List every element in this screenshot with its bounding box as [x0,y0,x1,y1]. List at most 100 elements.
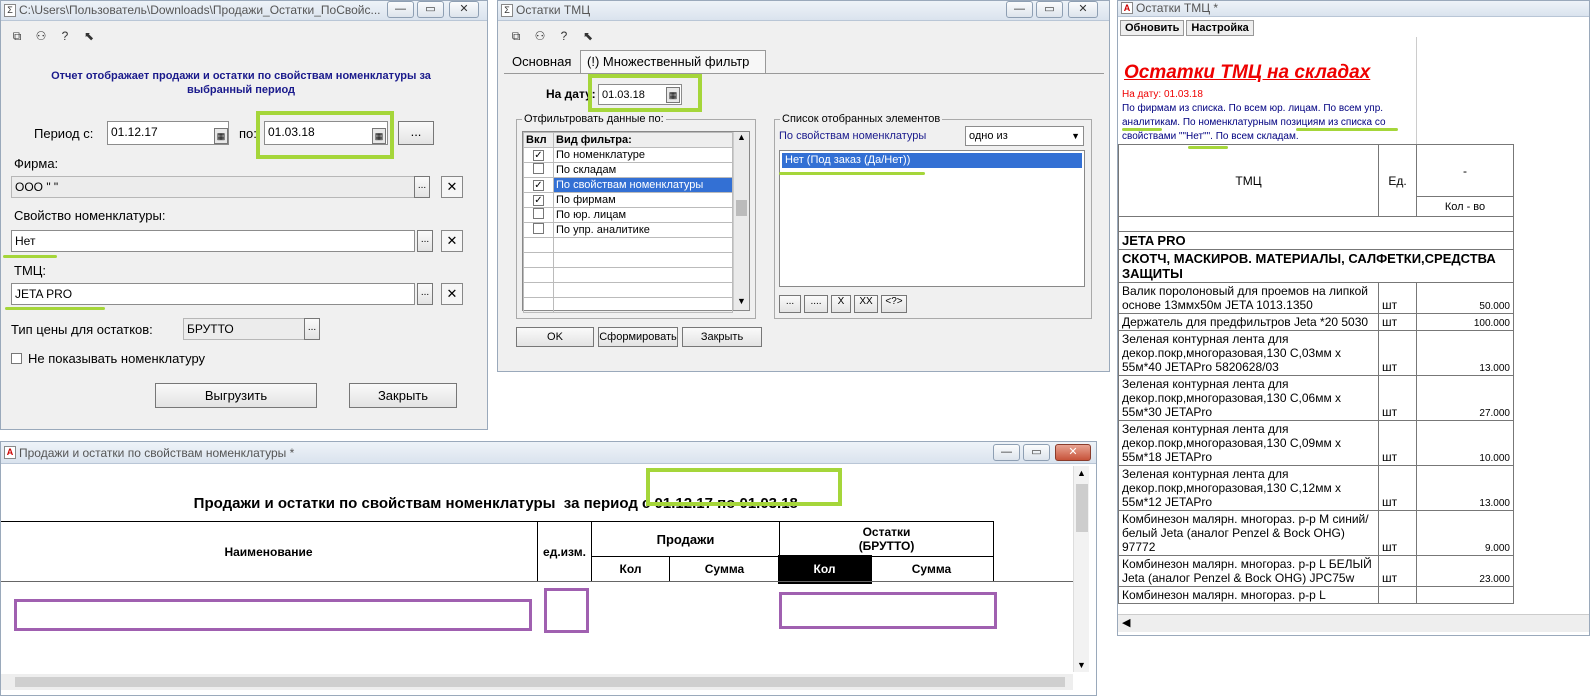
unit-cell-highlight [544,588,589,633]
minimize-button[interactable]: — [1006,1,1033,18]
period-to-input[interactable]: 01.03.18 [264,121,388,145]
price-type-field[interactable]: БРУТТО [183,318,305,340]
close-button[interactable]: ✕ [1055,444,1091,461]
sales-table-header: Наименование ед.изм. Продажи Остатки (БР… [1,521,994,584]
calendar-icon[interactable]: ▦ [372,128,386,144]
column-header-rest: Остатки (БРУТТО) [779,521,994,557]
users-icon[interactable]: ⚇ [33,28,49,44]
tmc-select-button[interactable]: ... [417,283,433,305]
maximize-button[interactable]: ▭ [417,1,444,18]
period-from-input[interactable]: 01.12.17 [107,121,229,145]
filter-row[interactable]: ✓ По фирмам [523,192,733,208]
filter-label: По фирмам [553,192,733,208]
firm-field[interactable]: ООО " " [11,176,415,198]
scroll-thumb[interactable] [1076,484,1088,532]
filter-row[interactable]: По юр. лицам [523,207,733,223]
list-remove-button[interactable]: X [831,295,851,313]
close-form-button[interactable]: Закрыть [349,383,457,408]
horizontal-scrollbar[interactable]: ◀ [1118,614,1589,632]
scroll-up-icon[interactable]: ▲ [1077,468,1086,478]
hierarchy-icon[interactable]: ⧉ [9,28,25,44]
pointer-help-icon[interactable]: ⬉ [81,28,97,44]
period-select-button[interactable]: ... [398,121,434,145]
hide-nomenclature-checkbox[interactable]: Не показывать номенклатуру [11,351,205,366]
chevron-down-icon[interactable]: ▼ [1071,127,1080,145]
checkbox[interactable]: ✓ [533,150,544,161]
scroll-left-icon[interactable]: ◀ [1122,616,1130,629]
hierarchy-icon[interactable]: ⧉ [508,28,524,44]
tmc-qty: 13.000 [1416,465,1514,511]
close-filter-button[interactable]: Закрыть [682,327,762,347]
filter-row[interactable]: По упр. аналитике [523,222,733,238]
checkbox[interactable] [533,163,544,174]
filter-scrollbar[interactable]: ▲ ▼ [733,132,749,310]
list-clear-button[interactable]: XX [854,295,878,313]
checkbox[interactable]: ✓ [533,180,544,191]
list-add-button[interactable]: ... [779,295,801,313]
settings-button[interactable]: Настройка [1186,20,1254,36]
filter-checkbox-cell [523,207,554,223]
close-button[interactable]: ✕ [449,1,479,18]
property-field[interactable]: Нет [11,230,415,252]
mode-select[interactable]: одно из ▼ [965,126,1084,146]
price-type-select-button[interactable]: ... [304,318,320,340]
horizontal-scrollbar[interactable] [1,674,1073,690]
tmc-clear-button[interactable]: ✕ [441,283,463,305]
column-header-sales: Продажи [591,521,780,557]
refresh-button[interactable]: Обновить [1120,20,1185,36]
checkbox[interactable]: ✓ [533,195,544,206]
tab-main[interactable]: Основная [506,53,578,73]
tmc-name: Держатель для предфильтров Jeta *20 5030 [1118,313,1379,331]
report-filter-line-2: аналитикам. По номенклатурным позициям и… [1122,117,1386,128]
filter-row[interactable]: По складам [523,162,733,178]
list-add-many-button[interactable]: .... [804,295,828,313]
close-button[interactable]: ✕ [1068,1,1098,18]
filter-label: По номенклатуре [553,147,733,163]
selected-by-label: По свойствам номенклатуры [779,130,927,142]
minimize-button[interactable]: — [993,444,1020,461]
table-row: Зеленая контурная лента для декор.покр,м… [1118,375,1514,421]
export-button[interactable]: Выгрузить [155,383,317,408]
property-select-button[interactable]: ... [417,230,433,252]
vertical-scrollbar[interactable]: ▲ ▼ [1073,466,1089,672]
column-header-unit: ед.изм. [537,521,592,582]
tmc-unit: шт [1378,330,1417,376]
scroll-down-icon[interactable]: ▼ [1077,660,1086,670]
firm-select-button[interactable]: ... [414,176,430,198]
scroll-thumb[interactable] [15,677,1065,687]
ok-button[interactable]: OK [516,327,594,347]
checkbox[interactable] [533,223,544,234]
users-icon[interactable]: ⚇ [532,28,548,44]
scroll-thumb[interactable] [736,200,747,216]
app-icon: A [4,446,16,459]
maximize-button[interactable]: ▭ [1036,1,1063,18]
period-from-label: Период с: [34,126,94,141]
tmc-field[interactable]: JETA PRO [11,283,415,305]
tab-multi-filter[interactable]: (!) Множественный фильтр [580,50,766,73]
calendar-icon[interactable]: ▦ [214,128,228,144]
filter-row[interactable]: ✓ По свойствам номенклатуры [523,177,733,193]
filter-row[interactable]: ✓ По номенклатуре [523,147,733,163]
help-icon[interactable]: ? [556,28,572,44]
filter-checkbox-cell: ✓ [523,147,554,163]
help-icon[interactable]: ? [57,28,73,44]
minimize-button[interactable]: — [387,1,414,18]
heading-period: с 01.12.17 по 01.03.18 [642,495,798,512]
checkbox-box[interactable] [11,353,22,364]
form-button[interactable]: Сформировать [598,327,678,347]
maximize-button[interactable]: ▭ [1023,444,1050,461]
pointer-help-icon[interactable]: ⬉ [580,28,596,44]
calendar-icon[interactable]: ▦ [666,87,680,103]
column-header-name: Наименование [1,521,538,582]
scroll-up-icon[interactable]: ▲ [734,132,749,146]
group-row-category: СКОТЧ, МАСКИРОВ. МАТЕРИАЛЫ, САЛФЕТКИ,СРЕ… [1118,249,1514,283]
property-clear-button[interactable]: ✕ [441,230,463,252]
firm-clear-button[interactable]: ✕ [441,176,463,198]
column-header-rest-qty[interactable]: Кол [777,554,872,584]
selected-item[interactable]: Нет (Под заказ (Да/Нет)) [782,153,1082,168]
scroll-down-icon[interactable]: ▼ [734,296,749,310]
list-help-button[interactable]: <?> [881,295,907,313]
checkbox[interactable] [533,208,544,219]
tmc-qty [1416,586,1514,604]
tmc-qty: 23.000 [1416,555,1514,587]
